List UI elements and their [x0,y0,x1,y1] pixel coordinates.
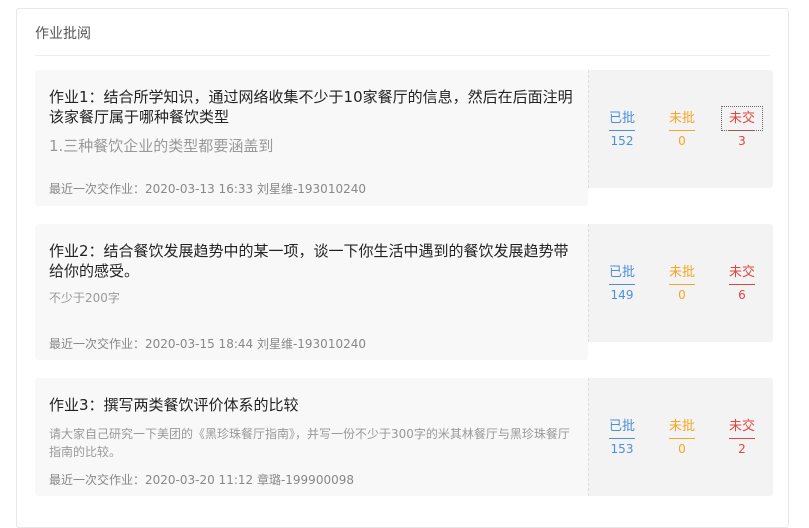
assignment-main[interactable]: 作业2：结合餐饮发展趋势中的某一项，谈一下你生活中遇到的餐饮发展趋势带给你的感受… [35,224,588,360]
ungraded-underline [669,438,695,439]
graded-underline [609,130,635,131]
graded-stat[interactable]: 已批 149 [602,261,642,302]
graded-stat[interactable]: 已批 153 [602,415,642,456]
panel-title: 作业批阅 [35,26,91,42]
panel-divider [35,55,770,56]
graded-count: 152 [610,134,634,148]
assignment-description: 1.三种餐饮企业的类型都要涵盖到 [49,137,274,155]
assignment-title[interactable]: 作业1：结合所学知识，通过网络收集不少于10家餐厅的信息，然后在后面注明该家餐厅… [49,87,574,127]
assignment-description: 不少于200字 [49,291,120,305]
unsubmitted-count: 6 [738,288,746,302]
unsubmitted-stat[interactable]: 未交 6 [722,261,762,302]
homework-review-panel: 作业批阅 作业1：结合所学知识，通过网络收集不少于10家餐厅的信息，然后在后面注… [16,8,789,528]
ungraded-stat[interactable]: 未批 0 [662,415,702,456]
ungraded-stat[interactable]: 未批 0 [662,261,702,302]
unsubmitted-count: 3 [738,134,746,148]
assignment-card-2[interactable]: 作业2：结合餐饮发展趋势中的某一项，谈一下你生活中遇到的餐饮发展趋势带给你的感受… [35,224,773,360]
last-submission: 最近一次交作业：2020-03-20 11:12 章璐-199900098 [49,473,354,487]
assignment-main[interactable]: 作业3：撰写两类餐饮评价体系的比较 请大家自己研究一下美团的《黑珍珠餐厅指南》，… [35,378,588,496]
ungraded-count: 0 [678,134,686,148]
ungraded-underline [669,284,695,285]
ungraded-count: 0 [678,442,686,456]
unsubmitted-underline [729,284,755,285]
last-submission: 最近一次交作业：2020-03-13 16:33 刘星维-193010240 [49,182,366,196]
unsubmitted-label: 未交 [728,419,755,434]
ungraded-label: 未批 [668,265,695,280]
assignment-main[interactable]: 作业1：结合所学知识，通过网络收集不少于10家餐厅的信息，然后在后面注明该家餐厅… [35,70,588,206]
ungraded-underline [669,130,695,131]
graded-count: 153 [610,442,634,456]
assignment-description: 请大家自己研究一下美团的《黑珍珠餐厅指南》，并写一份不少于300字的米其林餐厅与… [49,427,570,459]
unsubmitted-stat[interactable]: 未交 3 [721,106,763,148]
graded-underline [609,284,635,285]
unsubmitted-stat[interactable]: 未交 2 [722,415,762,456]
graded-label: 已批 [608,419,635,434]
graded-count: 149 [610,288,634,302]
unsubmitted-count: 2 [738,442,746,456]
assignment-card-3[interactable]: 作业3：撰写两类餐饮评价体系的比较 请大家自己研究一下美团的《黑珍珠餐厅指南》，… [35,378,773,496]
ungraded-count: 0 [678,288,686,302]
graded-underline [609,438,635,439]
ungraded-stat[interactable]: 未批 0 [662,107,702,148]
ungraded-label: 未批 [668,111,695,126]
assignment-title[interactable]: 作业3：撰写两类餐饮评价体系的比较 [49,395,574,415]
ungraded-label: 未批 [668,419,695,434]
unsubmitted-underline [729,130,755,131]
assignment-stats: 已批 149 未批 0 未交 6 [588,224,773,342]
assignment-title[interactable]: 作业2：结合餐饮发展趋势中的某一项，谈一下你生活中遇到的餐饮发展趋势带给你的感受… [49,241,574,281]
graded-label: 已批 [608,111,635,126]
unsubmitted-underline [729,438,755,439]
assignment-stats: 已批 153 未批 0 未交 2 [588,378,773,496]
graded-label: 已批 [608,265,635,280]
assignment-stats: 已批 152 未批 0 未交 3 [588,70,773,188]
unsubmitted-label: 未交 [728,265,755,280]
graded-stat[interactable]: 已批 152 [602,107,642,148]
assignment-card-1[interactable]: 作业1：结合所学知识，通过网络收集不少于10家餐厅的信息，然后在后面注明该家餐厅… [35,70,773,206]
last-submission: 最近一次交作业：2020-03-15 18:44 刘星维-193010240 [49,337,366,351]
unsubmitted-label: 未交 [721,106,763,131]
